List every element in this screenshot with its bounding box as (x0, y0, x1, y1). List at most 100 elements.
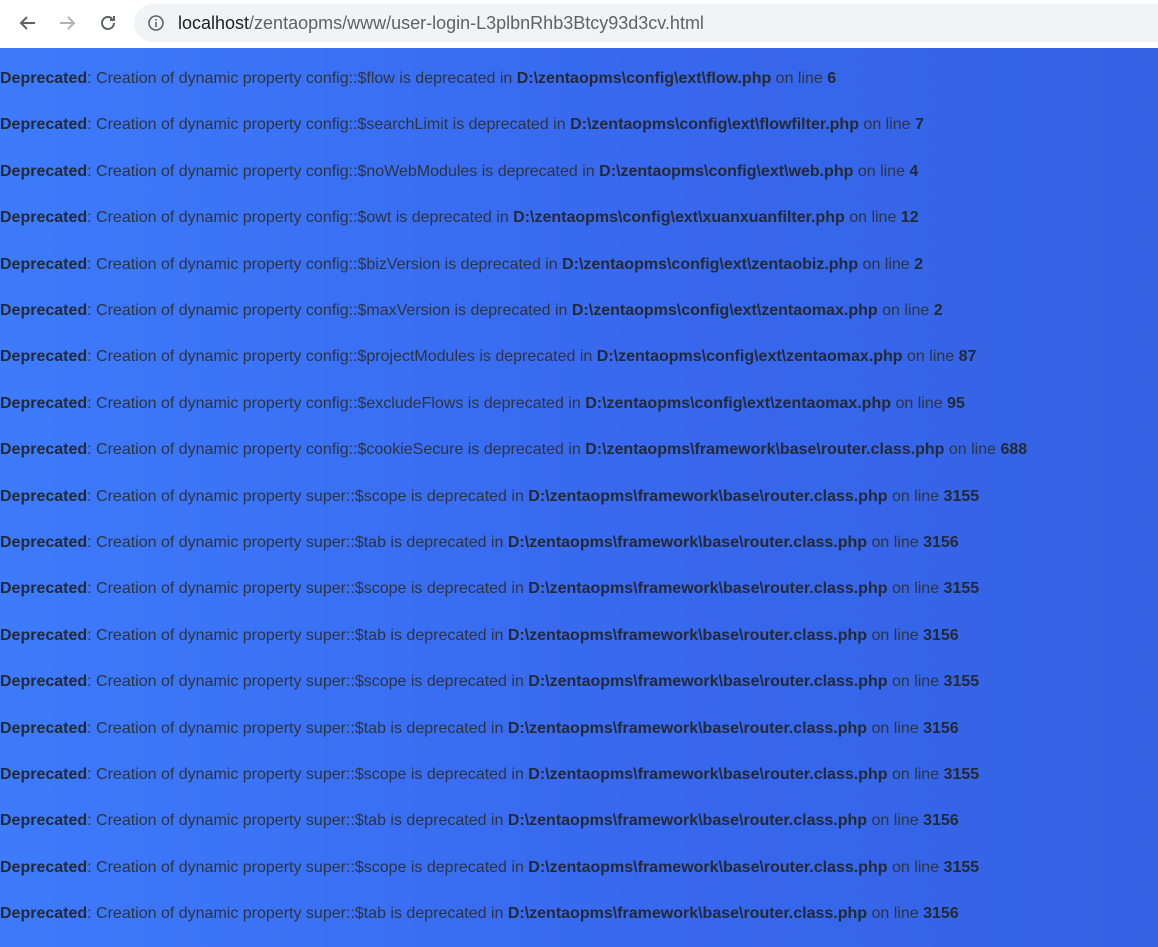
message-on-line: on line (887, 766, 944, 783)
message-text: : Creation of dynamic property super::$t… (87, 534, 508, 551)
message-line-number: 3155 (943, 487, 980, 505)
message-file: D:\zentaopms\config\ext\zentaomax.php (596, 348, 903, 366)
reload-icon[interactable] (96, 11, 120, 35)
deprecation-message: Deprecated: Creation of dynamic property… (0, 765, 979, 785)
message-label: Deprecated (0, 255, 88, 273)
message-line-number: 2 (933, 302, 943, 319)
message-on-line: on line (887, 487, 944, 505)
message-file: D:\zentaopms\framework\base\router.class… (528, 487, 888, 505)
message-file: D:\zentaopms\framework\base\router.class… (507, 534, 868, 551)
message-file: D:\zentaopms\config\ext\flow.php (516, 70, 772, 87)
message-on-line: on line (844, 209, 901, 227)
message-file: D:\zentaopms\config\ext\zentaomax.php (585, 394, 891, 412)
message-label: Deprecated (0, 626, 88, 644)
message-label: Deprecated (0, 394, 88, 412)
message-file: D:\zentaopms\config\ext\flowfilter.php (570, 116, 859, 134)
message-label: Deprecated (0, 858, 88, 876)
url-host: localhost (178, 13, 250, 33)
message-file: D:\zentaopms\framework\base\router.class… (507, 905, 868, 923)
arrow-left-icon[interactable] (16, 11, 40, 35)
message-line-number: 3155 (943, 580, 980, 598)
message-line-number: 3156 (923, 905, 959, 923)
deprecation-message: Deprecated: Creation of dynamic property… (0, 255, 923, 275)
message-file: D:\zentaopms\config\ext\zentaomax.php (571, 302, 878, 319)
message-on-line: on line (867, 534, 924, 551)
deprecation-message: Deprecated: Creation of dynamic property… (0, 811, 959, 831)
message-text: : Creation of dynamic property config::$… (87, 70, 517, 87)
deprecation-message: Deprecated: Creation of dynamic property… (0, 579, 979, 599)
deprecation-message: Deprecated: Creation of dynamic property… (0, 533, 959, 553)
message-label: Deprecated (0, 487, 88, 505)
message-label: Deprecated (0, 812, 88, 830)
message-line-number: 6 (827, 70, 837, 87)
message-on-line: on line (867, 905, 924, 923)
message-label: Deprecated (0, 905, 88, 923)
message-line-number: 4 (909, 162, 919, 180)
message-line-number: 7 (915, 116, 924, 134)
message-label: Deprecated (0, 719, 88, 737)
message-file: D:\zentaopms\framework\base\router.class… (507, 626, 868, 644)
deprecation-message: Deprecated: Creation of dynamic property… (0, 487, 979, 507)
message-label: Deprecated (0, 302, 88, 319)
message-line-number: 3156 (923, 626, 959, 644)
message-text: : Creation of dynamic property super::$t… (87, 719, 508, 737)
message-label: Deprecated (0, 348, 88, 366)
message-text: : Creation of dynamic property config::$… (87, 209, 514, 227)
message-label: Deprecated (0, 580, 88, 598)
deprecation-message: Deprecated: Creation of dynamic property… (0, 347, 976, 367)
message-on-line: on line (887, 858, 944, 876)
deprecation-message: Deprecated: Creation of dynamic property… (0, 162, 918, 182)
message-file: D:\zentaopms\framework\base\router.class… (507, 812, 868, 830)
info-icon[interactable] (148, 15, 164, 31)
message-line-number: 3156 (923, 719, 959, 737)
message-text: : Creation of dynamic property config::$… (87, 441, 586, 459)
deprecation-message: Deprecated: Creation of dynamic property… (0, 626, 959, 646)
message-on-line: on line (902, 348, 959, 366)
deprecation-message: Deprecated: Creation of dynamic property… (0, 858, 979, 878)
message-on-line: on line (887, 580, 944, 598)
message-label: Deprecated (0, 70, 88, 87)
message-line-number: 3156 (923, 534, 959, 551)
address-bar[interactable]: localhost/zentaopms/www/user-login-L3plb… (134, 4, 1158, 42)
message-text: : Creation of dynamic property config::$… (87, 162, 600, 180)
message-line-number: 95 (947, 394, 965, 412)
message-text: : Creation of dynamic property super::$s… (87, 766, 529, 783)
message-line-number: 87 (958, 348, 977, 366)
message-label: Deprecated (0, 209, 88, 227)
message-text: : Creation of dynamic property config::$… (87, 255, 563, 273)
message-file: D:\zentaopms\framework\base\router.class… (528, 858, 888, 876)
message-line-number: 3155 (943, 673, 980, 691)
deprecation-message: Deprecated: Creation of dynamic property… (0, 394, 965, 414)
message-file: D:\zentaopms\config\ext\web.php (599, 162, 854, 180)
message-text: : Creation of dynamic property super::$s… (87, 487, 529, 505)
message-text: : Creation of dynamic property super::$t… (87, 905, 508, 923)
message-on-line: on line (867, 812, 924, 830)
message-line-number: 3155 (943, 766, 980, 783)
deprecation-message: Deprecated: Creation of dynamic property… (0, 301, 943, 321)
message-on-line: on line (853, 162, 910, 180)
deprecation-message: Deprecated: Creation of dynamic property… (0, 69, 836, 89)
url-path: /zentaopms/www/user-login-L3plbnRhb3Btcy… (249, 13, 704, 33)
message-file: D:\zentaopms\framework\base\router.class… (507, 719, 868, 737)
message-line-number: 12 (900, 209, 919, 227)
message-file: D:\zentaopms\config\ext\xuanxuanfilter.p… (513, 209, 845, 227)
message-text: : Creation of dynamic property super::$t… (87, 626, 508, 644)
message-label: Deprecated (0, 162, 88, 180)
deprecation-message: Deprecated: Creation of dynamic property… (0, 672, 979, 692)
message-line-number: 3155 (943, 858, 980, 876)
message-line-number: 2 (914, 255, 924, 273)
message-file: D:\zentaopms\config\ext\zentaobiz.php (562, 255, 859, 273)
message-on-line: on line (867, 626, 924, 644)
message-text: : Creation of dynamic property super::$t… (87, 812, 508, 830)
arrow-right-icon[interactable] (55, 11, 79, 35)
deprecation-message: Deprecated: Creation of dynamic property… (0, 904, 959, 924)
url-text[interactable]: localhost/zentaopms/www/user-login-L3plb… (178, 13, 704, 34)
message-text: : Creation of dynamic property super::$s… (87, 858, 529, 876)
deprecation-message: Deprecated: Creation of dynamic property… (0, 719, 959, 739)
message-label: Deprecated (0, 766, 88, 783)
message-file: D:\zentaopms\framework\base\router.class… (585, 441, 945, 459)
message-file: D:\zentaopms\framework\base\router.class… (528, 766, 888, 783)
deprecation-message: Deprecated: Creation of dynamic property… (0, 440, 1027, 460)
message-file: D:\zentaopms\framework\base\router.class… (528, 580, 888, 598)
message-on-line: on line (887, 673, 944, 691)
